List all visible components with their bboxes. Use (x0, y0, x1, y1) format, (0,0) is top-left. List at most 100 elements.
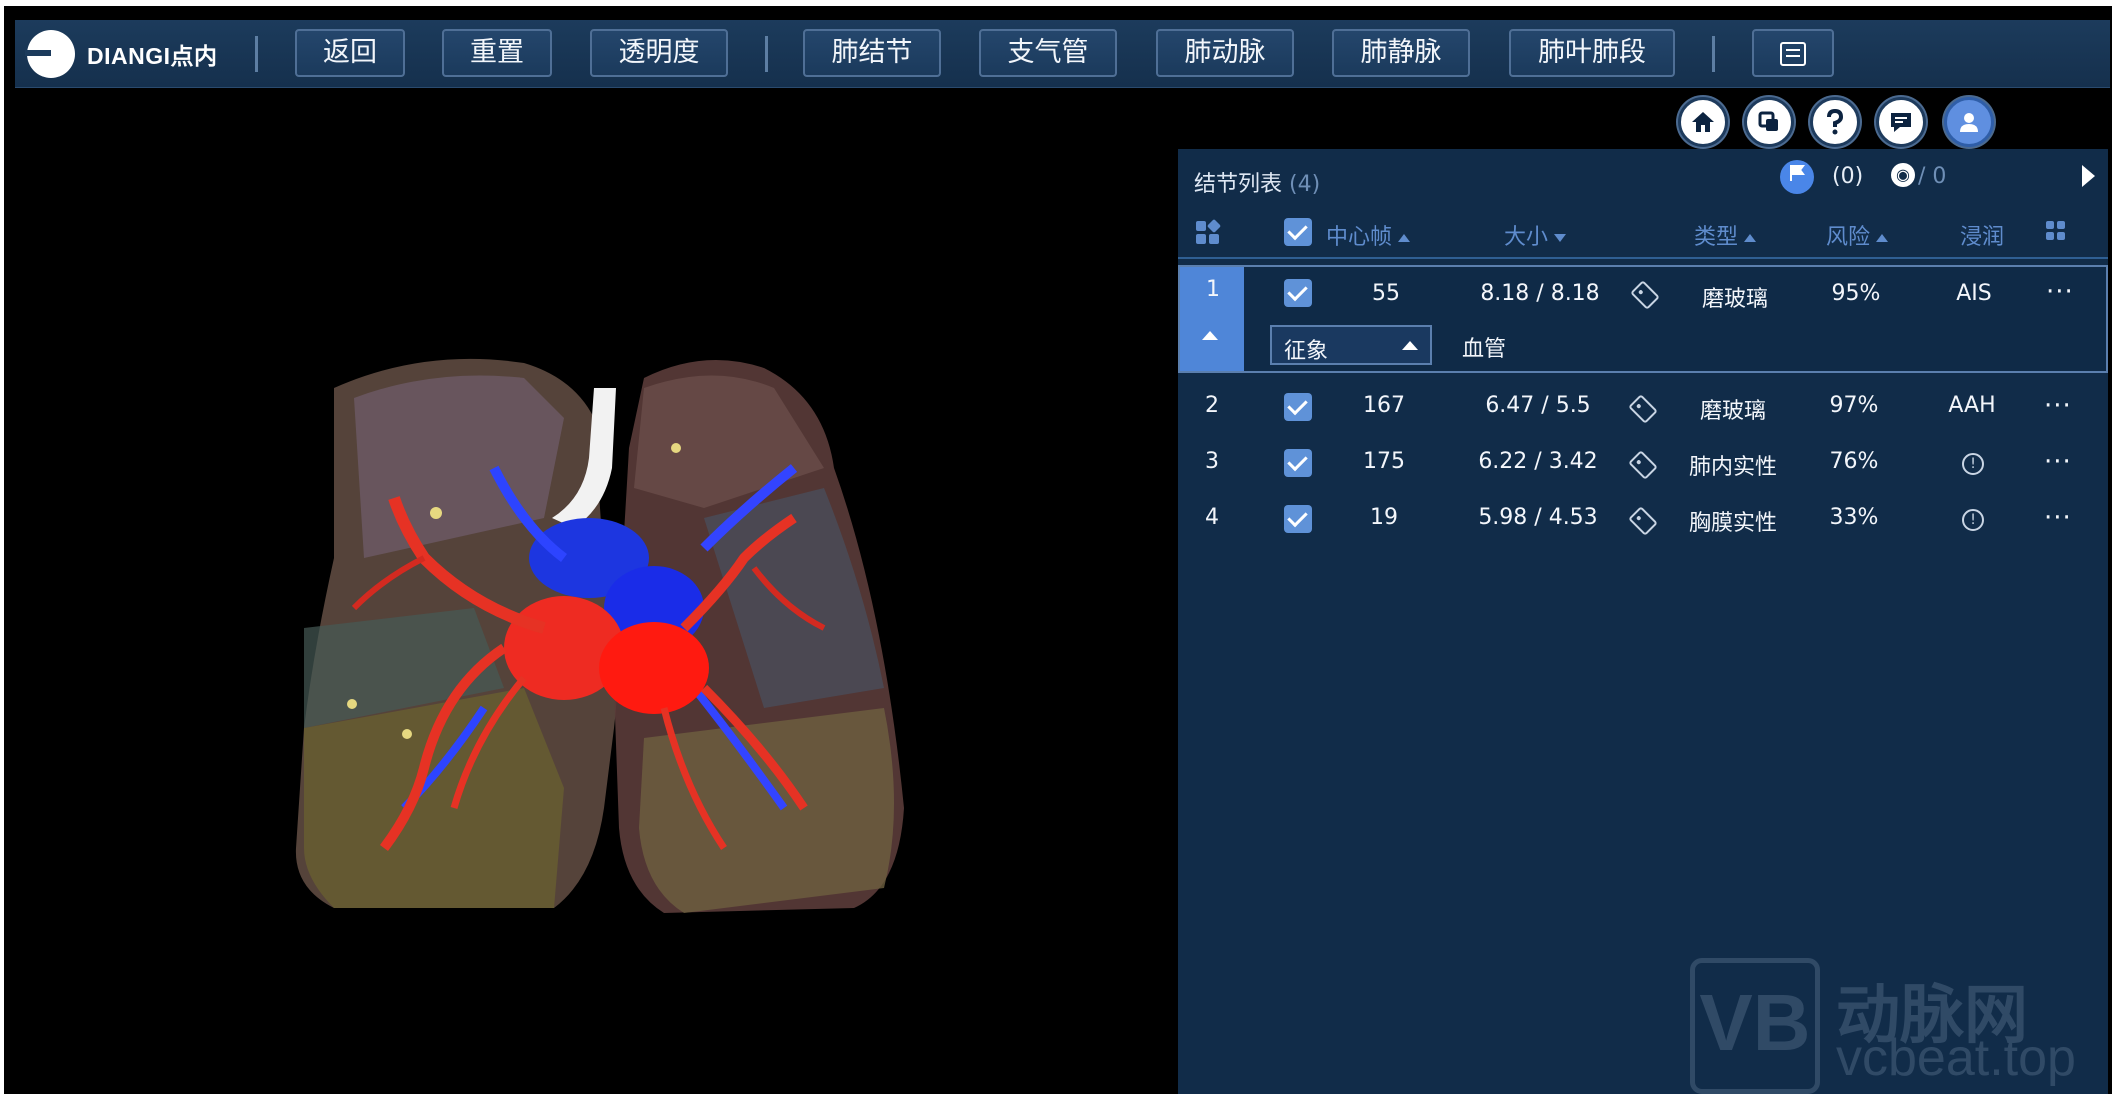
help-button[interactable] (1810, 97, 1860, 147)
row-type: 胸膜实性 (1688, 511, 1777, 536)
col-risk-label: 风险 (1826, 225, 1871, 250)
watermark-en: vcbeat.top (1836, 1029, 2076, 1087)
row-type: 磨玻璃 (1699, 399, 1766, 424)
user-avatar-button[interactable] (1944, 97, 1994, 147)
row-index: 3 (1205, 449, 1219, 474)
flag-icon (1790, 165, 1805, 181)
row-checkbox[interactable] (1284, 279, 1312, 307)
col-invasion[interactable]: 浸润 (1960, 219, 2004, 251)
row-checkbox[interactable] (1284, 505, 1312, 533)
lobe-segment-button[interactable]: 肺叶肺段 (1509, 29, 1675, 77)
row-index: 2 (1205, 393, 1219, 418)
column-settings-icon[interactable] (2046, 221, 2070, 245)
copy-button[interactable] (1744, 97, 1794, 147)
nodule-marker[interactable] (402, 729, 412, 739)
app-logo: DIANGI点内 (25, 30, 218, 78)
more-icon[interactable]: ··· (2044, 393, 2072, 419)
panel-title: 结节列表 (4) (1194, 166, 1320, 198)
flag-filter-button[interactable] (1780, 160, 1814, 194)
sign-dropdown[interactable]: 征象 (1270, 325, 1432, 365)
row-type: 磨玻璃 (1701, 287, 1768, 312)
more-icon[interactable]: ··· (2046, 279, 2074, 305)
home-icon (1692, 112, 1714, 132)
row-frame: 55 (1372, 281, 1400, 306)
col-size[interactable]: 大小 (1504, 219, 1567, 251)
nodule-marker[interactable] (671, 443, 681, 453)
row-index: 1 (1206, 277, 1220, 302)
row-frame: 175 (1363, 449, 1405, 474)
bronchus-button[interactable]: 支气管 (979, 29, 1117, 77)
logo-mark-icon (25, 30, 75, 78)
sort-asc-icon (1398, 234, 1411, 242)
more-icon[interactable]: ··· (2044, 449, 2072, 475)
more-icon[interactable]: ··· (2044, 505, 2072, 531)
row-checkbox[interactable] (1284, 449, 1312, 477)
row-risk: 33% (1829, 505, 1879, 530)
chevron-up-icon (1402, 341, 1418, 350)
nodule-marker[interactable] (347, 699, 357, 709)
nodule-count: (4) (1289, 172, 1321, 197)
row-invasion: AIS (1956, 281, 1992, 306)
collapse-caret-icon[interactable] (1202, 331, 1218, 340)
table-row[interactable]: 4 19 5.98 / 4.53 胸膜实性 33% ! ··· (1178, 491, 2108, 547)
tag-icon[interactable] (1628, 394, 1658, 424)
toolbar-divider (1712, 36, 1715, 72)
info-icon[interactable]: ! (1962, 453, 1984, 475)
tag-icon[interactable] (1628, 450, 1658, 480)
nodule-marker[interactable] (430, 507, 442, 519)
user-icon (1960, 113, 1978, 132)
home-button[interactable] (1678, 97, 1728, 147)
row-size: 6.22 / 3.42 (1478, 449, 1598, 474)
toolbar-divider (765, 36, 768, 72)
table-row[interactable]: 2 167 6.47 / 5.5 磨玻璃 97% AAH ··· (1178, 379, 2108, 435)
row-size: 8.18 / 8.18 (1480, 281, 1600, 306)
layout-grid-icon[interactable] (1196, 218, 1222, 245)
col-invasion-label: 浸润 (1960, 225, 2005, 250)
watermark-logo: VB (1690, 958, 1820, 1094)
lung-3d-model[interactable] (4, 88, 1174, 1094)
row-checkbox[interactable] (1284, 393, 1312, 421)
back-button[interactable]: 返回 (295, 29, 405, 77)
col-center-frame[interactable]: 中心帧 (1326, 219, 1411, 251)
pulmonary-artery-button[interactable]: 肺动脉 (1156, 29, 1294, 77)
row-frame: 19 (1370, 505, 1398, 530)
table-row-selected[interactable]: 1 55 8.18 / 8.18 磨玻璃 95% AIS ··· 征象 血管 (1178, 265, 2108, 373)
nodule-list-panel: 结节列表 (4) (0) ◉ / 0 中心帧 大小 类型 风险 浸润 1 55 … (1178, 149, 2108, 1094)
col-risk[interactable]: 风险 (1826, 219, 1889, 251)
tag-icon[interactable] (1628, 506, 1658, 536)
lung-3d-viewer[interactable] (4, 88, 1174, 1094)
comment-button[interactable] (1876, 97, 1926, 147)
pulmonary-vein-button[interactable]: 肺静脉 (1332, 29, 1470, 77)
row-type: 肺内实性 (1688, 455, 1777, 480)
row-index: 4 (1205, 505, 1219, 530)
panel-expand-icon[interactable] (2082, 165, 2095, 187)
chat-icon (1891, 113, 1911, 132)
table-row[interactable]: 3 175 6.22 / 3.42 肺内实性 76% ! ··· (1178, 435, 2108, 491)
panel-title-text: 结节列表 (1194, 172, 1283, 197)
report-button[interactable] (1752, 29, 1834, 77)
copy-icon (1758, 111, 1778, 131)
flag-count: (0) (1832, 164, 1864, 189)
row-index-cell[interactable]: 1 (1180, 267, 1244, 371)
tag-icon[interactable] (1630, 280, 1660, 310)
select-all-checkbox[interactable] (1284, 218, 1312, 246)
col-size-label: 大小 (1504, 225, 1549, 250)
lung-nodule-button[interactable]: 肺结节 (803, 29, 941, 77)
row-risk: 97% (1829, 393, 1879, 418)
col-type[interactable]: 类型 (1694, 219, 1757, 251)
eye-icon[interactable]: ◉ (1891, 163, 1915, 187)
eye-count: / 0 (1918, 164, 1947, 189)
row-size: 6.47 / 5.5 (1485, 393, 1591, 418)
row-invasion: AAH (1948, 393, 1996, 418)
app-frame: DIANGI点内 返回 重置 透明度 肺结节 支气管 肺动脉 肺静脉 肺叶肺段 (4, 6, 2112, 1094)
info-icon[interactable]: ! (1962, 509, 1984, 531)
toolbar-divider (255, 36, 258, 72)
sign-value: 血管 (1462, 337, 1507, 362)
logo-text: DIANGI点内 (87, 43, 218, 69)
opacity-button[interactable]: 透明度 (590, 29, 728, 77)
top-toolbar: DIANGI点内 返回 重置 透明度 肺结节 支气管 肺动脉 肺静脉 肺叶肺段 (15, 20, 2110, 88)
sort-asc-icon (1744, 234, 1757, 242)
clipboard-icon (1780, 41, 1806, 66)
reset-button[interactable]: 重置 (442, 29, 552, 77)
row-risk: 95% (1831, 281, 1881, 306)
